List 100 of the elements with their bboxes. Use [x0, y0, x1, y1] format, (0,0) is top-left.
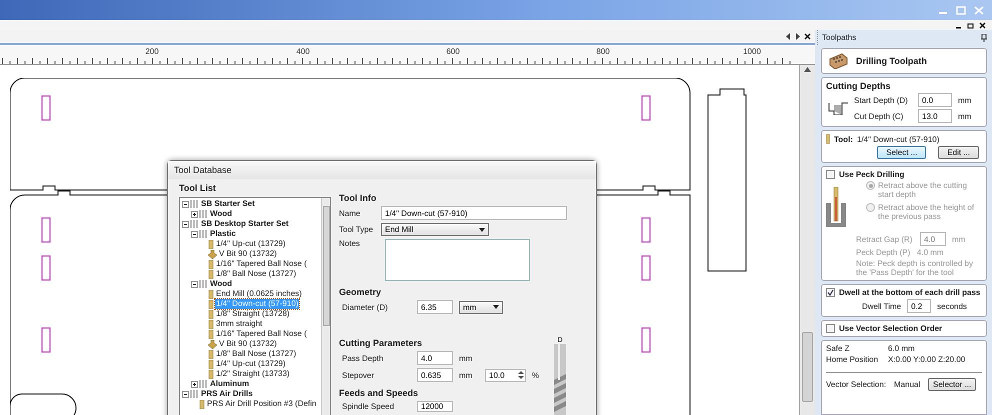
tree-item[interactable]: 1/2" Straight (13733): [215, 369, 291, 379]
tree-item[interactable]: SB Starter Set: [200, 199, 256, 209]
restore-icon[interactable]: [967, 22, 974, 28]
spindle-speed-field[interactable]: 12000: [417, 401, 453, 412]
tree-item[interactable]: V Bit 90 (13732): [218, 339, 278, 349]
edit-button[interactable]: Edit ...: [938, 146, 979, 159]
unit-label: mm: [459, 370, 474, 380]
section-heading: Cutting Parameters: [339, 338, 424, 348]
expand-icon[interactable]: [191, 380, 198, 388]
dwell-time-field[interactable]: 0.2: [907, 299, 932, 313]
checkbox-label: Dwell at the bottom of each drill pass: [839, 288, 980, 297]
section-heading: Tool Info: [339, 193, 378, 203]
tree-scrollbar[interactable]: [321, 198, 330, 415]
tool-name: 1/4" Down-cut (57-910): [856, 134, 940, 144]
section-heading: Feeds and Speeds: [339, 388, 420, 398]
tree-item[interactable]: 1/8" Ball Nose (13727): [215, 269, 298, 279]
field-label: Stepover: [341, 370, 376, 380]
tree-item[interactable]: 3mm straight: [215, 319, 264, 329]
info-value: 6.0 mm: [888, 344, 915, 353]
drill-block-icon: [828, 53, 848, 69]
checkbox-label: Use Vector Selection Order: [839, 324, 942, 333]
unit-label: %: [532, 370, 539, 380]
tree-item[interactable]: Plastic: [209, 229, 237, 239]
close-icon[interactable]: [804, 33, 811, 40]
checkbox-label: Use Peck Drilling: [839, 170, 904, 179]
cut-depth-field[interactable]: 13.0: [918, 109, 952, 123]
field-label: Spindle Speed: [341, 402, 396, 411]
unit-label: mm: [958, 96, 972, 104]
field-label: Retract Gap (R): [856, 234, 914, 244]
unit-dropdown[interactable]: mm: [459, 300, 503, 314]
tool-group-icon: [199, 230, 208, 238]
tree-item[interactable]: 1/16" Tapered Ball Nose (: [215, 259, 308, 269]
ruler-label: 400: [296, 47, 310, 56]
tree-item[interactable]: Aluminum: [209, 379, 250, 389]
info-value: Manual: [894, 380, 922, 389]
tree-item[interactable]: Wood: [209, 209, 234, 219]
toolpath-title: Drilling Toolpath: [856, 56, 927, 66]
tree-item[interactable]: 1/16" Tapered Ball Nose (: [215, 329, 308, 339]
scroll-left-icon[interactable]: [786, 33, 791, 40]
selector-button[interactable]: Selector ...: [928, 378, 976, 391]
diameter-field[interactable]: 6.35: [417, 300, 453, 314]
tree-item[interactable]: End Mill (0.0625 inches): [215, 289, 303, 299]
notes-field[interactable]: [385, 239, 530, 281]
field-label: Dwell Time: [862, 302, 902, 310]
end-mill-icon: [208, 240, 214, 248]
checkbox[interactable]: [826, 288, 835, 297]
tool-group-icon: [199, 280, 208, 288]
tool-group-icon: [190, 200, 199, 208]
radio-label: Retract above the height of the previous pass: [878, 203, 976, 221]
radio-button[interactable]: [866, 203, 875, 212]
field-label: Tool Type: [339, 225, 374, 234]
ruler-label: 800: [596, 47, 610, 56]
info-label: Vector Selection:: [826, 380, 888, 389]
tool-label: Tool:: [834, 134, 853, 144]
tree-item[interactable]: V Bit 90 (13732): [218, 249, 278, 259]
field-label: Notes: [339, 239, 361, 248]
retract-gap-field[interactable]: 4.0: [920, 232, 946, 246]
stepover-field[interactable]: 0.635: [417, 368, 453, 382]
tree-item[interactable]: PRS Air Drill Position #3 (Defin: [206, 399, 318, 409]
tool-name-field[interactable]: 1/4" Down-cut (57-910): [381, 206, 567, 220]
collapse-icon[interactable]: [191, 230, 198, 238]
collapse-icon[interactable]: [182, 220, 189, 228]
vertical-scrollbar[interactable]: [800, 65, 815, 415]
tool-type-dropdown[interactable]: End Mill: [381, 223, 489, 236]
select-button[interactable]: Select ...: [877, 146, 926, 159]
close-icon[interactable]: [979, 22, 986, 28]
section-heading: Cutting Depths: [826, 81, 892, 91]
collapse-icon[interactable]: [182, 390, 189, 398]
tool-list-label: Tool List: [179, 183, 217, 193]
v-bit-icon: [208, 340, 217, 348]
tree-item[interactable]: SB Desktop Starter Set: [200, 219, 290, 229]
expand-icon[interactable]: [191, 210, 198, 218]
scrollbar-thumb[interactable]: [802, 332, 813, 402]
collapse-icon[interactable]: [182, 200, 189, 208]
tool-bit-icon: [826, 134, 830, 144]
field-label: Name: [339, 208, 362, 218]
tree-item[interactable]: 1/8" Ball Nose (13727): [215, 349, 298, 359]
stepover-percent-spinner[interactable]: 10.0: [485, 368, 526, 382]
tree-item[interactable]: Wood: [209, 279, 234, 289]
scroll-right-icon[interactable]: [795, 33, 800, 40]
collapse-icon[interactable]: [191, 280, 198, 288]
tree-item[interactable]: PRS Air Drills: [200, 389, 254, 399]
tool-group-icon: [190, 390, 199, 398]
radio-button[interactable]: [866, 181, 875, 190]
start-depth-field[interactable]: 0.0: [918, 93, 952, 107]
checkbox[interactable]: [826, 324, 835, 333]
unit-label: mm: [459, 354, 472, 362]
checkbox[interactable]: [826, 170, 835, 179]
info-label: Safe Z: [826, 344, 851, 353]
cut-depth-icon: [826, 101, 850, 115]
tree-item[interactable]: 1/4" Up-cut (13729): [215, 239, 287, 249]
scroll-up-icon[interactable]: [804, 67, 811, 72]
pass-depth-field[interactable]: 4.0: [417, 351, 453, 365]
note-text: Note: Peck depth is controlled by the 'Pass Depth' for the tool: [855, 259, 974, 277]
tree-item[interactable]: 1/4" Up-cut (13729): [215, 359, 287, 369]
tree-item[interactable]: 1/8" Straight (13728): [215, 309, 291, 319]
peck-depth-text: Peck Depth (P) 4.0 mm: [855, 248, 945, 257]
pin-icon[interactable]: [981, 34, 987, 42]
spinner-arrows-icon[interactable]: [518, 370, 524, 380]
section-heading: Geometry: [339, 287, 382, 297]
